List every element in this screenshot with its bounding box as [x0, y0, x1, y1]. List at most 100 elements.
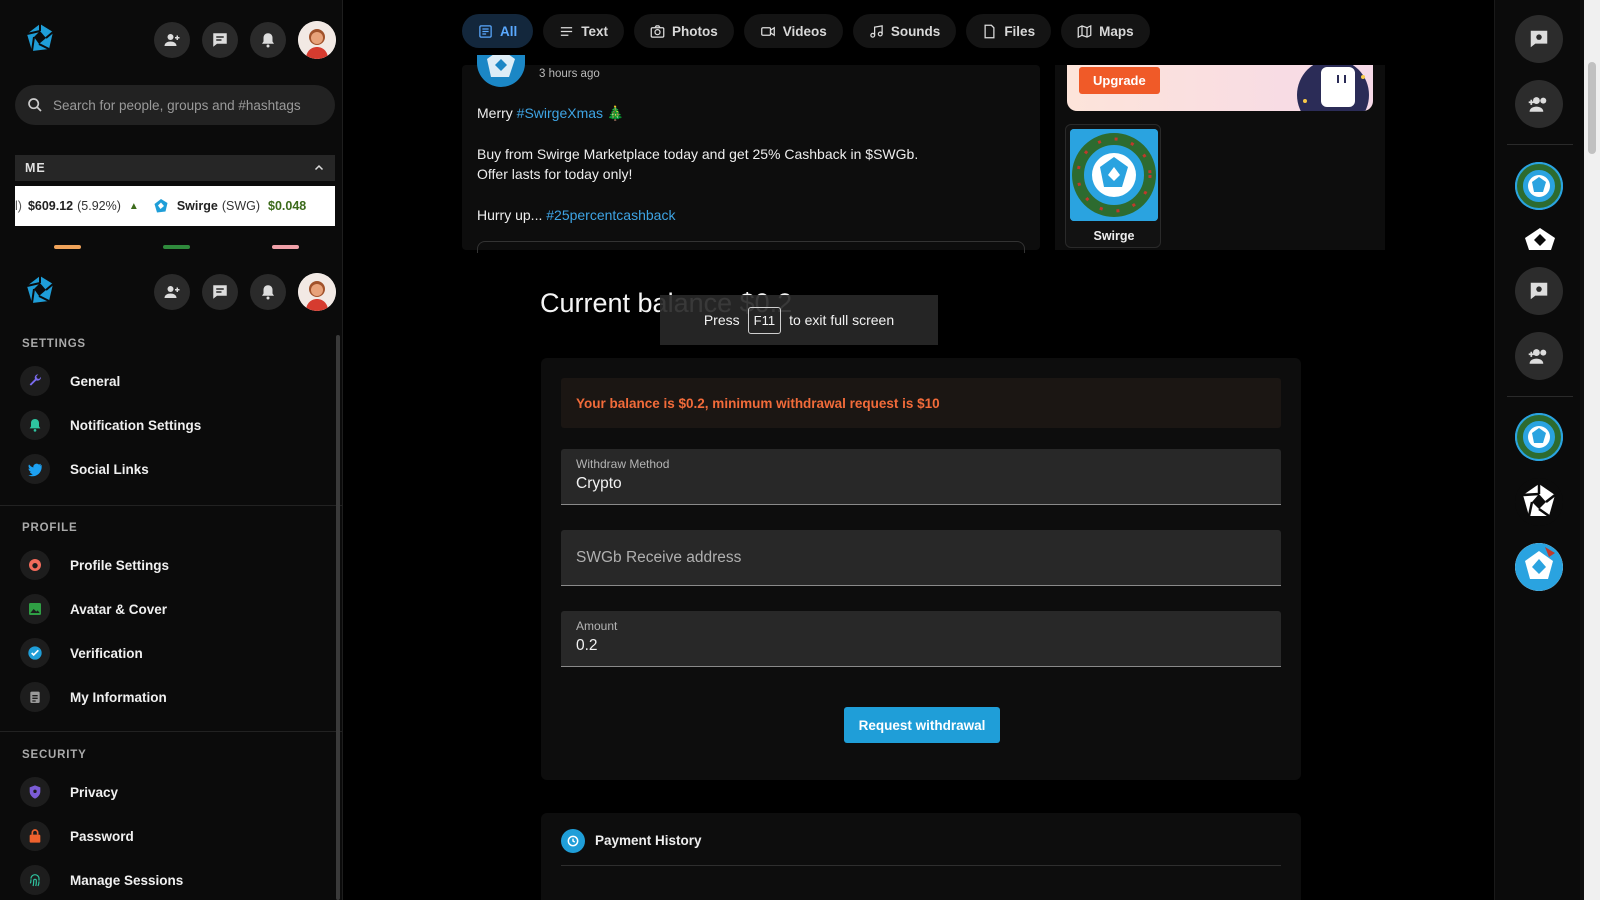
contact-avatar[interactable] [1515, 543, 1563, 591]
withdraw-method-select[interactable]: Withdraw Method Crypto [561, 449, 1281, 505]
tab-label: All [500, 23, 518, 39]
profile-section-label: PROFILE [22, 522, 78, 534]
sidebar-item-manage-sessions[interactable]: Manage Sessions [20, 862, 320, 898]
page-scrollbar[interactable] [1584, 0, 1600, 900]
chat-settings-button[interactable] [1515, 267, 1563, 315]
tab-photos[interactable]: Photos [634, 14, 734, 48]
hashtag-link[interactable]: #25percentcashback [546, 207, 675, 223]
scrollbar-thumb[interactable] [1588, 62, 1596, 154]
tab-label: Photos [672, 23, 718, 39]
indicator-green [163, 245, 190, 249]
sidebar-item-password[interactable]: Password [20, 818, 320, 854]
fingerprint-icon [20, 865, 50, 895]
history-divider [561, 865, 1281, 866]
tab-all[interactable]: All [462, 14, 534, 48]
tab-label: Videos [782, 23, 827, 39]
notifications-button[interactable] [250, 22, 286, 58]
ticker-price-swirge: $0.048 [268, 199, 307, 213]
field-placeholder: SWGb Receive address [576, 549, 742, 566]
sidebar-item-notification-settings[interactable]: Notification Settings [20, 407, 320, 443]
feed-post: 3 hours ago Merry #SwirgeXmas 🎄 Buy from… [462, 55, 1040, 253]
contact-avatar[interactable] [1515, 413, 1563, 461]
tab-videos[interactable]: Videos [743, 14, 843, 48]
sidebar-item-verification[interactable]: Verification [20, 635, 320, 671]
history-icon [561, 829, 585, 853]
notifications-button[interactable] [250, 274, 286, 310]
tab-label: Maps [1099, 23, 1134, 39]
sidebar-item-avatar-cover[interactable]: Avatar & Cover [20, 591, 320, 627]
map-icon [1077, 24, 1092, 38]
sidebar-item-social-links[interactable]: Social Links [20, 451, 320, 487]
promo-banner[interactable]: Upgrade [1067, 65, 1373, 111]
swirge-logo-icon[interactable] [24, 274, 56, 306]
hashtag-link[interactable]: #SwirgeXmas [517, 105, 603, 121]
shield-icon [20, 777, 50, 807]
sidebar-item-label: Notification Settings [70, 417, 202, 433]
sidebar-item-profile-settings[interactable]: Profile Settings [20, 547, 320, 583]
user-avatar[interactable] [298, 21, 336, 59]
indicator-orange [54, 245, 81, 249]
up-arrow-icon: ▲ [128, 200, 139, 212]
balance-alert: Your balance is $0.2, minimum withdrawal… [561, 378, 1281, 428]
sidebar-item-my-information[interactable]: My Information [20, 679, 320, 715]
search-bar[interactable] [15, 85, 335, 125]
messages-button[interactable] [202, 274, 238, 310]
post-time: 3 hours ago [539, 68, 600, 80]
wreath-logo-icon [1070, 129, 1158, 221]
tab-files[interactable]: Files [966, 14, 1052, 48]
search-input[interactable] [53, 97, 323, 113]
page-card-name: Swirge [1093, 229, 1135, 243]
page-card-swirge[interactable]: Swirge [1065, 124, 1161, 248]
add-friend-button[interactable] [154, 22, 190, 58]
messages-button[interactable] [202, 22, 238, 58]
tab-label: Text [581, 23, 609, 39]
post-author-avatar[interactable] [477, 55, 525, 87]
add-group-icon [1528, 97, 1547, 112]
swirge-logo-icon [1515, 543, 1563, 591]
ticker-name: Swirge [176, 199, 218, 213]
tab-sounds[interactable]: Sounds [852, 14, 957, 48]
bell-icon [262, 33, 274, 48]
add-group-button[interactable] [1515, 332, 1563, 380]
upgrade-button[interactable]: Upgrade [1079, 67, 1160, 94]
camera-icon [650, 24, 665, 38]
sidebar-scrollbar[interactable] [336, 335, 340, 900]
swirge-logo-icon[interactable] [1523, 228, 1557, 250]
section-divider [0, 731, 342, 732]
chat-gear-icon [1530, 30, 1548, 48]
swirge-logo-icon[interactable] [24, 22, 56, 54]
sidebar-item-privacy[interactable]: Privacy [20, 774, 320, 810]
field-label: Withdraw Method [576, 457, 670, 471]
chevron-up-icon[interactable] [313, 162, 325, 174]
contact-avatar[interactable] [1515, 162, 1563, 210]
sidebar-item-label: Password [70, 828, 134, 844]
withdraw-panel: Your balance is $0.2, minimum withdrawal… [541, 358, 1301, 780]
search-icon [28, 98, 42, 112]
add-friend-button[interactable] [154, 274, 190, 310]
right-divider [1507, 144, 1573, 145]
chat-icon [213, 33, 227, 47]
post-line: Hurry up... #25percentcashback [477, 205, 1017, 226]
toast-text: to exit full screen [789, 312, 895, 328]
music-note-icon [870, 24, 883, 38]
ticker-item-swirge: Swirge (SWG) $0.048 [153, 198, 306, 214]
clipboard-icon [20, 682, 50, 712]
chat-settings-button[interactable] [1515, 15, 1563, 63]
contact-avatar[interactable] [1515, 478, 1563, 526]
wrench-icon [20, 366, 50, 396]
sidebar-item-general[interactable]: General [20, 363, 320, 399]
page-card-image [1070, 129, 1158, 221]
field-label: Amount [576, 619, 618, 633]
sidebar-item-label: Manage Sessions [70, 872, 184, 888]
me-section-header[interactable]: ME [15, 155, 335, 181]
receive-address-input[interactable]: SWGb Receive address [561, 530, 1281, 586]
amount-input[interactable]: Amount 0.2 [561, 611, 1281, 667]
verified-badge-icon [20, 638, 50, 668]
user-avatar[interactable] [298, 273, 336, 311]
request-withdrawal-button[interactable]: Request withdrawal [844, 707, 1000, 743]
tab-text[interactable]: Text [543, 14, 625, 48]
post-embed-preview[interactable] [477, 241, 1025, 253]
add-group-button[interactable] [1515, 80, 1563, 128]
tab-maps[interactable]: Maps [1061, 14, 1150, 48]
wreath-logo-icon [1515, 413, 1563, 461]
